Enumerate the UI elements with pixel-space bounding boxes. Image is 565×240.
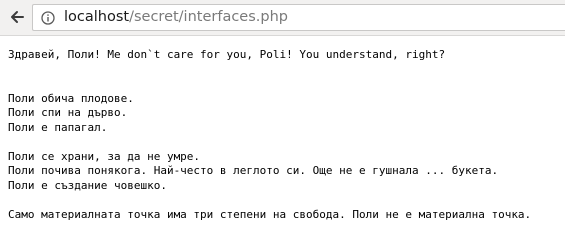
back-button[interactable] (3, 3, 31, 31)
address-bar[interactable]: localhost/secret/interfaces.php (32, 4, 565, 31)
greeting-text: Здравей, Поли! Me don`t care for you, Po… (8, 48, 446, 61)
url-host: localhost (64, 9, 130, 25)
page-content: Здравей, Поли! Me don`t care for you, Po… (8, 48, 563, 222)
info-icon (41, 11, 55, 25)
closing-text: Само материалната точка има три степени … (8, 207, 532, 221)
text-line: Поли обича плодове. (8, 91, 134, 105)
browser-toolbar: localhost/secret/interfaces.php (0, 0, 565, 36)
text-line: Поли е папагал. (8, 120, 108, 134)
back-arrow-icon (11, 11, 24, 23)
text-line: Поли почива понякога. Най-често в леглот… (8, 164, 499, 177)
url-path: /secret/interfaces.php (129, 9, 288, 25)
text-line: Поли се храни, за да не умре. (8, 149, 201, 163)
text-line: Поли е създание човешко. (8, 178, 167, 192)
url-text: localhost/secret/interfaces.php (64, 9, 288, 26)
text-line: Поли спи на дърво. (8, 106, 128, 119)
